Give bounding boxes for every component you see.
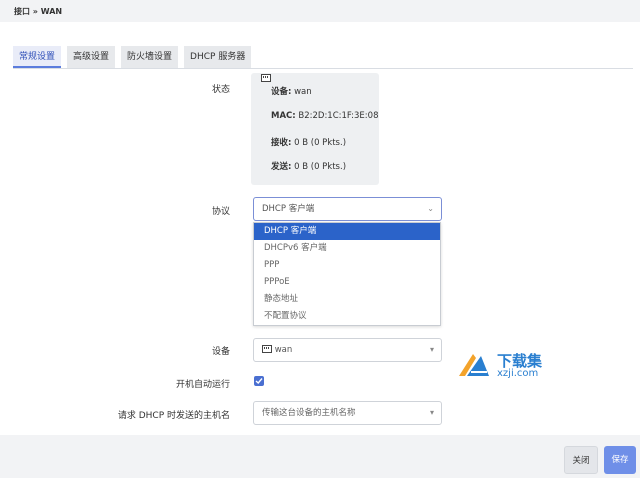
rx-key: 接收:	[271, 138, 292, 148]
protocol-dropdown: DHCP 客户端 DHCPv6 客户端 PPP PPPoE 静态地址 不配置协议	[253, 222, 441, 326]
status-box: 设备: wan MAC: B2:2D:1C:1F:3E:08 接收: 0 B (…	[251, 73, 379, 185]
autostart-checkbox[interactable]	[254, 376, 264, 386]
protocol-option-pppoe[interactable]: PPPoE	[254, 274, 440, 291]
mac-value: B2:2D:1C:1F:3E:08	[298, 111, 379, 121]
caret-down-icon: ▾	[429, 345, 434, 354]
hostname-placeholder: 传输这台设备的主机名称	[262, 408, 356, 418]
watermark-logo-icon	[459, 354, 489, 376]
tab-divider	[13, 68, 633, 69]
device-select[interactable]: wan ▾	[253, 338, 442, 362]
tab-advanced-settings[interactable]: 高级设置	[67, 46, 116, 68]
tab-dhcp-server[interactable]: DHCP 服务器	[184, 46, 252, 68]
tab-general-settings[interactable]: 常规设置	[13, 46, 62, 68]
top-bar: 接口 » WAN	[0, 0, 640, 22]
device-select-value: wan	[274, 345, 293, 355]
tab-firewall-settings[interactable]: 防火墙设置	[121, 46, 179, 68]
protocol-select[interactable]: DHCP 客户端 ⌄	[253, 197, 442, 221]
tab-bar: 常规设置 高级设置 防火墙设置 DHCP 服务器	[13, 46, 257, 68]
autostart-label: 开机自动运行	[175, 380, 230, 390]
protocol-label: 协议	[211, 207, 230, 217]
protocol-option-dhcpv6-client[interactable]: DHCPv6 客户端	[254, 240, 440, 257]
status-device-row	[261, 74, 271, 89]
chevron-down-icon: ⌄	[427, 204, 434, 213]
rx-value: 0 B (0 Pkts.)	[294, 138, 347, 148]
hostname-label: 请求 DHCP 时发送的主机名	[117, 411, 230, 421]
breadcrumb: 接口 » WAN	[14, 7, 63, 16]
protocol-select-value: DHCP 客户端	[262, 204, 315, 214]
protocol-option-ppp[interactable]: PPP	[254, 257, 440, 274]
close-button[interactable]: 关闭	[564, 446, 598, 474]
mac-key: MAC:	[271, 111, 296, 121]
site-watermark: 下载集 xzji.com	[457, 350, 557, 384]
device-key: 设备:	[271, 87, 292, 97]
caret-down-icon: ▾	[429, 408, 434, 417]
footer-bar	[0, 435, 640, 478]
network-port-icon	[261, 74, 271, 82]
save-button[interactable]: 保存	[604, 446, 636, 474]
device-label: 设备	[211, 347, 230, 357]
tx-value: 0 B (0 Pkts.)	[294, 162, 347, 172]
hostname-select[interactable]: 传输这台设备的主机名称 ▾	[253, 401, 442, 425]
tx-key: 发送:	[271, 162, 292, 172]
protocol-option-dhcp-client[interactable]: DHCP 客户端	[254, 223, 440, 240]
protocol-option-none[interactable]: 不配置协议	[254, 308, 440, 325]
protocol-option-static[interactable]: 静态地址	[254, 291, 440, 308]
device-value: wan	[294, 87, 312, 97]
network-port-icon	[262, 340, 272, 353]
status-label: 状态	[211, 85, 230, 95]
watermark-url: xzji.com	[497, 368, 539, 379]
